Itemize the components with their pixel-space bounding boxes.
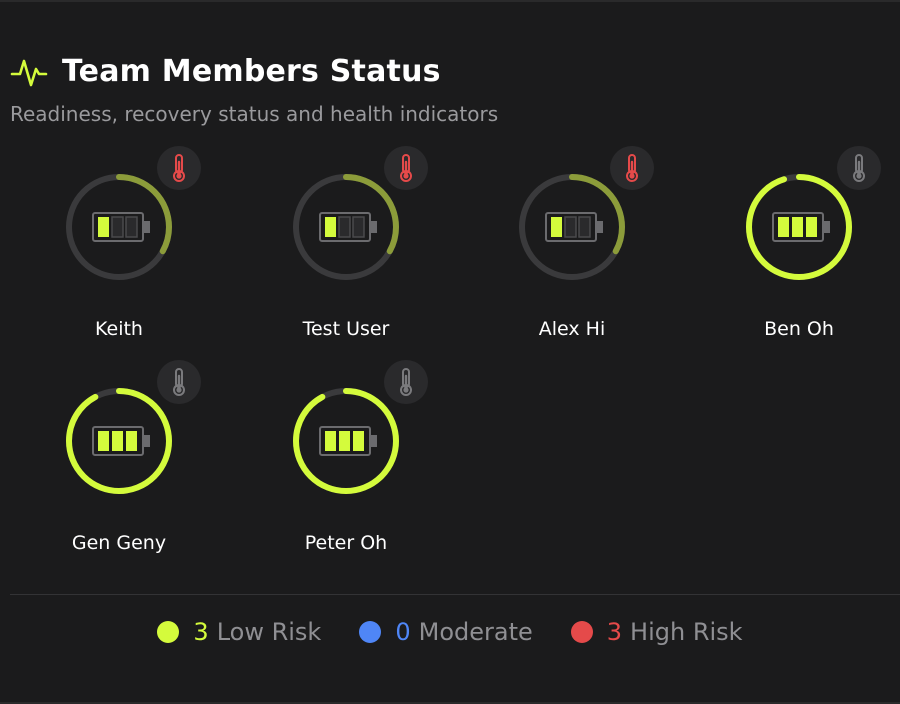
readiness-ring xyxy=(66,388,172,494)
member-name: Alex Hi xyxy=(538,318,606,340)
readiness-ring xyxy=(293,388,399,494)
readiness-ring xyxy=(293,174,399,280)
risk-legend: 3 Low Risk 0 Moderate 3 High Risk xyxy=(0,618,900,646)
battery-icon xyxy=(92,426,150,456)
high-risk-dot xyxy=(570,621,593,643)
battery-cell xyxy=(325,217,336,237)
moderate-risk-count: 0 xyxy=(395,618,411,646)
battery-cell xyxy=(352,216,365,238)
member-name: Test User xyxy=(302,318,390,340)
battery-cell xyxy=(98,431,109,451)
battery-cell xyxy=(806,217,817,237)
battery-cell xyxy=(126,431,137,451)
readiness-ring xyxy=(519,174,625,280)
battery-icon xyxy=(319,212,377,242)
battery-cell xyxy=(564,216,577,238)
member-name: Ben Oh xyxy=(764,318,834,340)
legend-moderate-risk: 0 Moderate xyxy=(359,618,533,646)
member-name: Peter Oh xyxy=(304,532,388,554)
low-risk-dot xyxy=(157,621,180,643)
battery-cell xyxy=(111,216,124,238)
member-name: Gen Geny xyxy=(71,532,167,554)
page-title: Team Members Status xyxy=(62,53,441,89)
battery-icon xyxy=(545,212,603,242)
page-subtitle: Readiness, recovery status and health in… xyxy=(10,102,499,126)
readiness-ring xyxy=(66,174,172,280)
legend-high-risk: 3 High Risk xyxy=(570,618,743,646)
low-risk-label: Low Risk xyxy=(216,618,322,646)
battery-cell xyxy=(125,216,138,238)
high-risk-count: 3 xyxy=(606,618,623,646)
battery-cell xyxy=(339,431,350,451)
battery-cell xyxy=(353,431,364,451)
battery-cell xyxy=(98,217,109,237)
battery-cell xyxy=(325,431,336,451)
legend-low-risk: 3 Low Risk xyxy=(157,618,321,646)
pulse-icon xyxy=(10,59,48,87)
high-risk-label: High Risk xyxy=(630,618,743,646)
battery-cell xyxy=(338,216,351,238)
battery-cell xyxy=(778,217,789,237)
divider xyxy=(10,594,900,595)
battery-cell xyxy=(551,217,562,237)
readiness-ring xyxy=(746,174,852,280)
battery-cell xyxy=(578,216,591,238)
moderate-risk-dot xyxy=(359,621,382,643)
moderate-risk-label: Moderate xyxy=(418,618,533,646)
battery-cell xyxy=(112,431,123,451)
battery-icon xyxy=(319,426,377,456)
member-name: Keith xyxy=(95,318,143,340)
battery-cell xyxy=(792,217,803,237)
team-status-card: Team Members Status Readiness, recovery … xyxy=(0,0,900,704)
battery-icon xyxy=(772,212,830,242)
card-header: Team Members Status xyxy=(10,52,441,90)
battery-icon xyxy=(92,212,150,242)
low-risk-count: 3 xyxy=(193,618,209,646)
